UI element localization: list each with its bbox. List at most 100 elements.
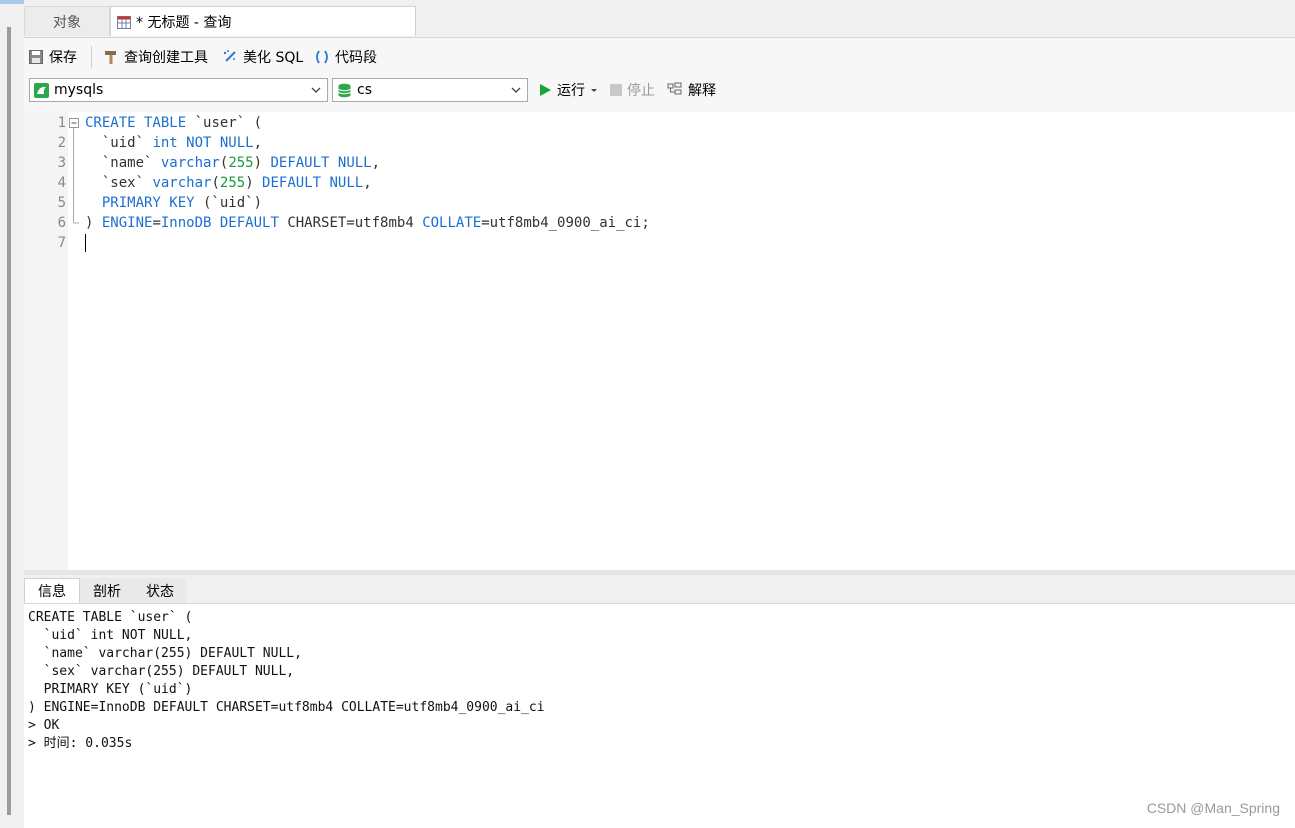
explain-icon — [667, 82, 682, 95]
code-keyword: COLLATE — [422, 215, 482, 231]
tab-query-label: * 无标题 - 查询 — [136, 14, 232, 31]
parentheses-icon — [316, 50, 328, 64]
line-number: 2 — [57, 135, 66, 151]
output-line: ) ENGINE=InnoDB DEFAULT CHARSET=utf8mb4 … — [28, 700, 545, 715]
run-label: 运行 — [557, 83, 585, 99]
stop-button[interactable]: 停止 — [610, 78, 655, 102]
output-line: CREATE TABLE `user` ( — [28, 610, 193, 625]
line-number-gutter: 1 2 3 4 5 6 7 — [24, 112, 68, 570]
explain-button[interactable]: 解释 — [667, 78, 716, 102]
connection-value: mysqls — [54, 82, 104, 98]
code-text: `sex` — [85, 175, 153, 191]
code-text: `uid` — [85, 135, 153, 151]
query-builder-label: 查询创建工具 — [124, 50, 208, 66]
code-line: PRIMARY KEY (`uid`) — [85, 193, 262, 213]
code-text: (`uid`) — [194, 195, 263, 211]
database-select[interactable]: cs — [332, 78, 528, 102]
query-builder-button[interactable]: 查询创建工具 — [103, 45, 208, 69]
result-info-panel[interactable]: CREATE TABLE `user` ( `uid` int NOT NULL… — [24, 604, 1295, 828]
code-number: 255 — [228, 155, 254, 171]
beautify-sql-label: 美化 SQL — [243, 50, 304, 66]
code-text: ( — [211, 175, 220, 191]
result-tab-bar: 信息 剖析 状态 — [24, 575, 1295, 604]
tab-objects[interactable]: 对象 — [24, 6, 110, 36]
code-keyword: DEFAULT NULL — [262, 175, 364, 191]
code-line: `uid` int NOT NULL, — [85, 133, 262, 153]
database-value: cs — [357, 82, 372, 98]
code-text: , — [253, 135, 263, 151]
tab-status-label: 状态 — [146, 583, 174, 600]
query-toolbar: 保存 查询创建工具 美化 SQL 代码段 mysqls cs 运行 停止 解释 — [24, 38, 1295, 112]
code-text: =utf8mb4_0900_ai_ci; — [481, 215, 650, 231]
code-text: ) — [85, 215, 102, 231]
save-button[interactable]: 保存 — [28, 45, 77, 69]
code-line: `sex` varchar(255) DEFAULT NULL, — [85, 173, 372, 193]
database-icon — [338, 83, 351, 97]
code-line: ) ENGINE=InnoDB DEFAULT CHARSET=utf8mb4 … — [85, 213, 650, 233]
tab-profile[interactable]: 剖析 — [80, 578, 134, 603]
code-text: ) — [253, 155, 271, 171]
code-text: CHARSET=utf8mb4 — [278, 215, 423, 231]
line-number: 7 — [57, 235, 66, 251]
code-keyword: InnoDB DEFAULT — [160, 215, 279, 231]
tab-profile-label: 剖析 — [93, 583, 121, 600]
run-button[interactable]: 运行 — [538, 78, 598, 102]
tab-info-label: 信息 — [38, 584, 66, 600]
output-line: PRIMARY KEY (`uid`) — [28, 682, 193, 697]
line-number: 5 — [57, 195, 66, 211]
explain-label: 解释 — [688, 83, 716, 99]
code-snippet-label: 代码段 — [335, 50, 377, 66]
caret-down-icon[interactable] — [590, 86, 598, 94]
code-text: , — [371, 155, 381, 171]
beautify-sql-button[interactable]: 美化 SQL — [222, 45, 303, 69]
code-keyword: varchar — [160, 155, 220, 171]
left-edge-strip — [0, 0, 38, 828]
code-snippet-button[interactable]: 代码段 — [314, 45, 377, 69]
output-line: > OK — [28, 718, 60, 733]
code-text: , — [363, 175, 372, 191]
output-line: `name` varchar(255) DEFAULT NULL, — [28, 646, 302, 661]
magic-wand-icon — [223, 50, 236, 62]
document-tab-bar: 对象 * 无标题 - 查询 — [24, 0, 1295, 38]
code-text: = — [152, 215, 161, 231]
hammer-icon — [105, 51, 116, 64]
save-icon — [29, 50, 43, 64]
save-label: 保存 — [49, 50, 77, 66]
fold-guide-line — [73, 128, 79, 224]
code-line: CREATE TABLE `user` ( — [85, 113, 262, 133]
query-table-icon — [117, 15, 131, 29]
play-icon — [540, 84, 551, 96]
code-line: `name` varchar(255) DEFAULT NULL, — [85, 153, 380, 173]
tab-info[interactable]: 信息 — [24, 578, 80, 603]
fold-collapse-icon[interactable] — [69, 118, 79, 128]
code-text: ) — [245, 175, 263, 191]
code-keyword: DEFAULT NULL — [270, 155, 372, 171]
code-keyword: int NOT NULL — [152, 135, 254, 151]
output-line: `uid` int NOT NULL, — [28, 628, 193, 643]
stop-icon — [610, 84, 622, 96]
watermark: CSDN @Man_Spring — [1146, 800, 1280, 816]
sql-editor[interactable]: 1 2 3 4 5 6 7 CREATE TABLE `user` ( `uid… — [24, 112, 1295, 570]
text-caret — [85, 234, 86, 252]
tab-status[interactable]: 状态 — [134, 578, 186, 603]
mysql-connection-icon — [34, 82, 49, 98]
code-text: `name` — [85, 155, 161, 171]
code-keyword: ENGINE — [101, 215, 153, 231]
toolbar-separator — [91, 46, 92, 68]
output-line: `sex` varchar(255) DEFAULT NULL, — [28, 664, 295, 679]
line-number: 4 — [57, 175, 66, 191]
line-number: 6 — [57, 215, 66, 231]
code-keyword: varchar — [152, 175, 212, 191]
code-keyword: CREATE TABLE — [85, 115, 187, 131]
code-number: 255 — [219, 175, 246, 191]
output-line: > 时间: 0.035s — [28, 736, 133, 751]
code-text: `user` ( — [186, 115, 263, 131]
chevron-down-icon — [311, 87, 321, 93]
tab-query[interactable]: * 无标题 - 查询 — [110, 6, 416, 36]
sidebar-splitter[interactable] — [7, 27, 11, 815]
stop-label: 停止 — [627, 83, 655, 99]
line-number: 3 — [57, 155, 66, 171]
code-keyword: PRIMARY KEY — [101, 195, 195, 211]
connection-select[interactable]: mysqls — [29, 78, 328, 102]
